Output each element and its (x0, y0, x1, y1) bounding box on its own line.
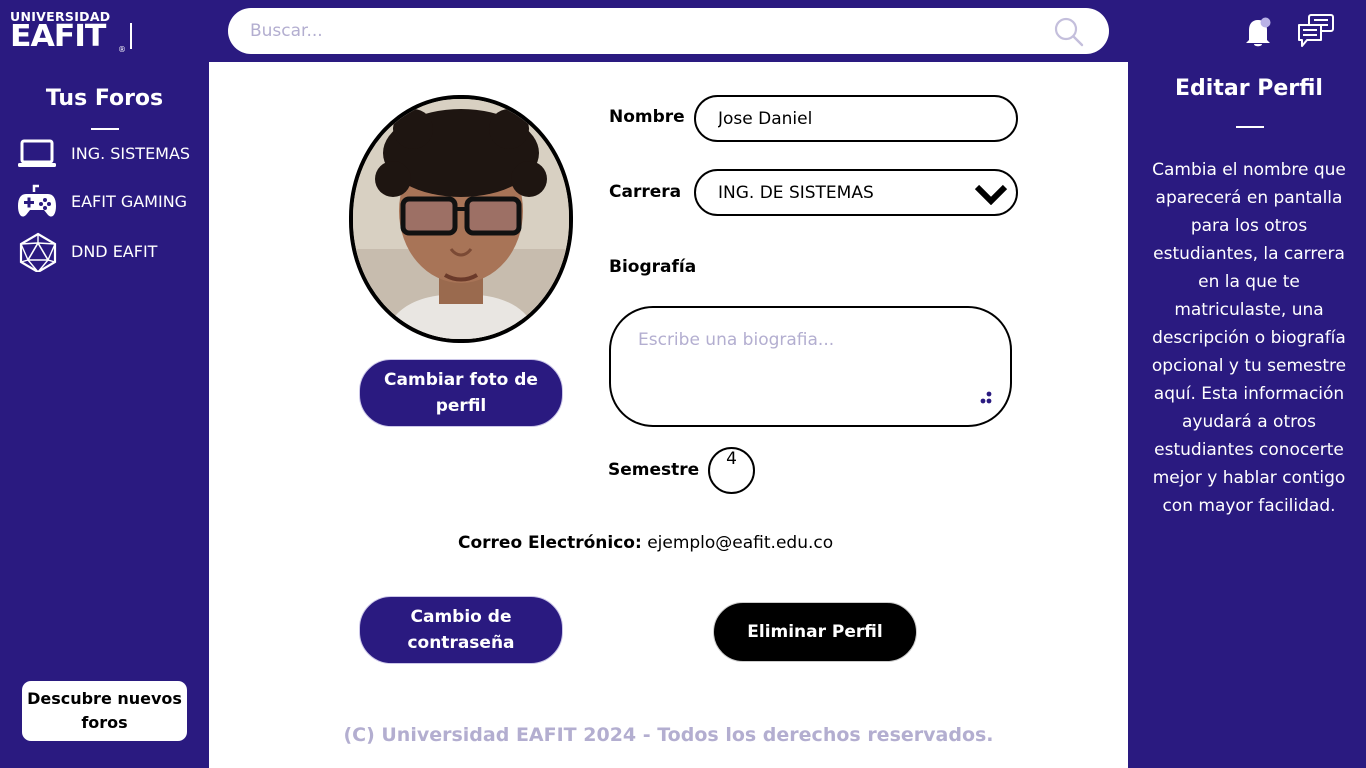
bio-textarea-container (609, 306, 1012, 427)
profile-photo (349, 95, 573, 343)
discover-forums-button[interactable]: Descubre nuevos foros (22, 681, 187, 741)
email-value: ejemplo@eafit.edu.co (647, 533, 834, 553)
chevron-down-icon[interactable] (974, 183, 1008, 205)
delete-profile-button[interactable]: Eliminar Perfil (713, 602, 917, 662)
email-label: Correo Electrónico: (458, 533, 642, 553)
sidebar-item-dnd-eafit[interactable]: DND EAFIT (16, 232, 206, 272)
edit-profile-form: Cambiar foto de perfil Nombre Carrera IN… (209, 62, 1128, 768)
career-selected-value: ING. DE SISTEMAS (718, 183, 874, 203)
notification-bell-icon[interactable] (1241, 14, 1275, 48)
sidebar-title-divider (91, 128, 119, 130)
email-row: Correo Electrónico: ejemplo@eafit.edu.co (458, 533, 833, 553)
semester-label: Semestre (608, 460, 700, 480)
resize-handle-icon[interactable] (974, 390, 994, 410)
logo-divider (130, 23, 132, 49)
semester-field[interactable]: 4 (708, 447, 755, 494)
search-input[interactable] (250, 8, 1050, 54)
help-panel-description: Cambia el nombre que aparecerá en pantal… (1151, 160, 1347, 516)
help-panel: Editar Perfil Cambia el nombre que apare… (1128, 62, 1366, 768)
career-select[interactable]: ING. DE SISTEMAS (694, 169, 1018, 216)
career-label: Carrera (609, 182, 682, 202)
sidebar-item-label: DND EAFIT (71, 242, 158, 261)
name-label: Nombre (609, 107, 685, 127)
sidebar-item-eafit-gaming[interactable]: EAFIT GAMING (16, 182, 206, 222)
profile-photo-image (353, 99, 569, 339)
messages-icon[interactable] (1297, 13, 1335, 49)
forums-sidebar: Tus Foros ING. SISTEMAS EAFIT GAMING DND… (0, 62, 209, 768)
top-bar: UNIVERSIDAD EAFIT ® (0, 0, 1366, 62)
search-bar (228, 8, 1109, 54)
logo-registered-mark: ® (118, 45, 126, 54)
change-password-button[interactable]: Cambio de contraseña (359, 596, 563, 664)
gamepad-icon (18, 184, 56, 217)
laptop-icon (18, 139, 56, 167)
bio-label: Biografía (609, 257, 697, 277)
sidebar-item-ing-sistemas[interactable]: ING. SISTEMAS (16, 134, 206, 174)
help-panel-divider (1236, 126, 1264, 128)
bio-textarea[interactable] (638, 330, 978, 410)
change-photo-button[interactable]: Cambiar foto de perfil (359, 359, 563, 427)
eafit-logo[interactable]: UNIVERSIDAD EAFIT ® (10, 9, 135, 57)
logo-main-text: EAFIT (10, 19, 106, 54)
help-panel-title: Editar Perfil (1175, 76, 1323, 101)
sidebar-title: Tus Foros (45, 86, 164, 111)
footer-copyright: (C) Universidad EAFIT 2024 - Todos los d… (343, 724, 994, 746)
sidebar-item-label: EAFIT GAMING (71, 192, 188, 211)
search-icon[interactable] (1054, 17, 1084, 47)
d20-icon (19, 232, 57, 272)
sidebar-item-label: ING. SISTEMAS (71, 144, 191, 163)
name-field[interactable] (694, 95, 1018, 142)
